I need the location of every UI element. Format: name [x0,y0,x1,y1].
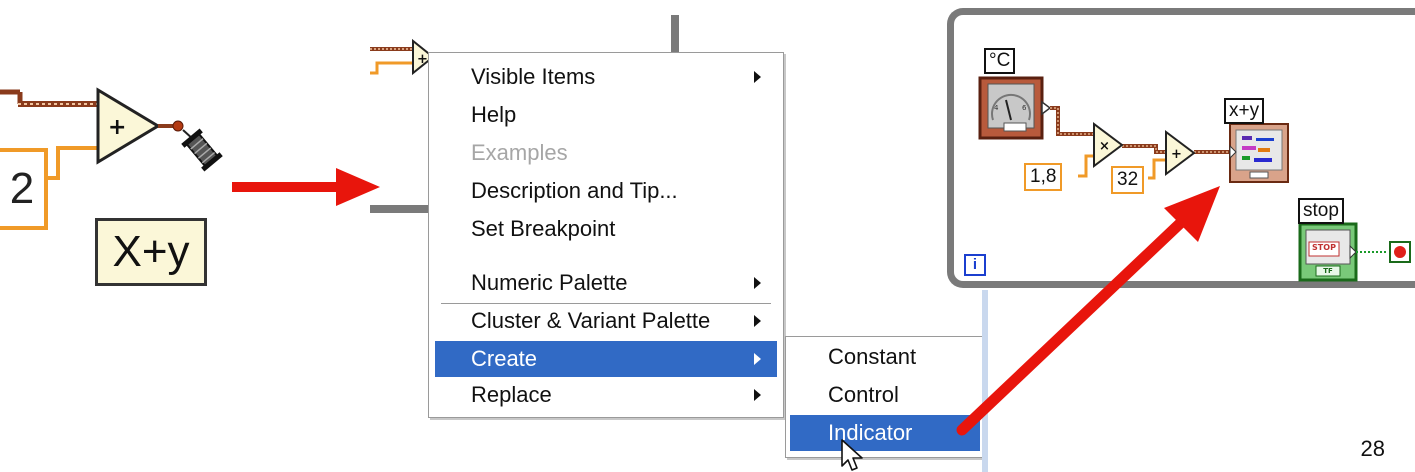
stop-control-label: stop [1298,198,1344,224]
red-arrow-diagonal-icon [956,186,1220,436]
menu-item-label: Help [471,102,517,127]
menu-item-label: Examples [471,140,568,165]
loop-condition-icon [1389,241,1411,263]
menu-item-replace[interactable]: Replace [435,377,777,413]
menu-item-label: Description and Tip... [471,178,678,203]
menu-item-label: Visible Items [471,64,596,89]
svg-text:×: × [1099,139,1110,154]
numeric-wire-in [0,89,98,107]
numeric-constant-2[interactable]: 2 [0,148,48,230]
result-indicator-label: x+y [1224,98,1265,124]
numeric-constant-value: 2 [9,164,35,213]
menu-item-numeric-palette[interactable]: Numeric Palette [435,265,777,301]
xy-indicator-icon [1229,123,1289,183]
menu-item-label: Create [471,346,538,371]
submenu-arrow-icon [754,389,761,401]
page-number: 28 [1360,436,1385,461]
submenu-arrow-icon [754,71,761,83]
menu-item-cluster-variant-palette[interactable]: Cluster & Variant Palette [435,303,777,339]
menu-item-label: Numeric Palette [471,270,628,295]
indicator-label-text: X+y [112,227,190,276]
numeric-wires [1050,106,1230,154]
submenu-arrow-icon [754,277,761,289]
svg-text:+: + [108,115,126,140]
add-node-icon [96,87,161,165]
svg-text:6: 6 [1022,104,1027,112]
indicator-label-xy: X+y [95,218,207,286]
menu-item-label: Cluster & Variant Palette [471,308,711,333]
svg-text:+: + [417,52,428,67]
red-arrow-right-icon [232,168,380,206]
menu-item-examples[interactable]: Examples [435,135,777,171]
submenu-arrow-icon [754,353,761,365]
submenu-item-label: Control [828,382,899,407]
menu-item-set-breakpoint[interactable]: Set Breakpoint [435,211,777,247]
menu-item-description-and-tip[interactable]: Description and Tip... [435,173,777,209]
context-menu: Visible Items Help Examples Description … [428,52,784,418]
menu-item-help[interactable]: Help [435,97,777,133]
celsius-control-label: °C [984,48,1016,74]
mouse-pointer-icon [841,439,863,471]
menu-item-visible-items[interactable]: Visible Items [435,59,777,95]
stop-label-text: stop [1303,200,1339,221]
menu-item-create[interactable]: Create [435,341,777,377]
svg-text:+: + [1171,147,1182,162]
submenu-item-label: Constant [828,344,917,369]
wire-end-dot-icon [172,120,184,132]
stop-button-text: STOP [1312,243,1336,252]
small-constant-wire [370,61,413,75]
result-label-text: x+y [1229,100,1260,121]
thermometer-control-icon: 4 6 [978,76,1052,140]
menu-item-label: Replace [471,382,552,407]
submenu-arrow-icon [754,315,761,327]
constant-wire [48,146,98,180]
celsius-label-text: °C [989,50,1011,71]
stop-tf-text: TF [1323,267,1333,275]
svg-text:4: 4 [994,104,999,112]
menu-item-label: Set Breakpoint [471,216,616,241]
